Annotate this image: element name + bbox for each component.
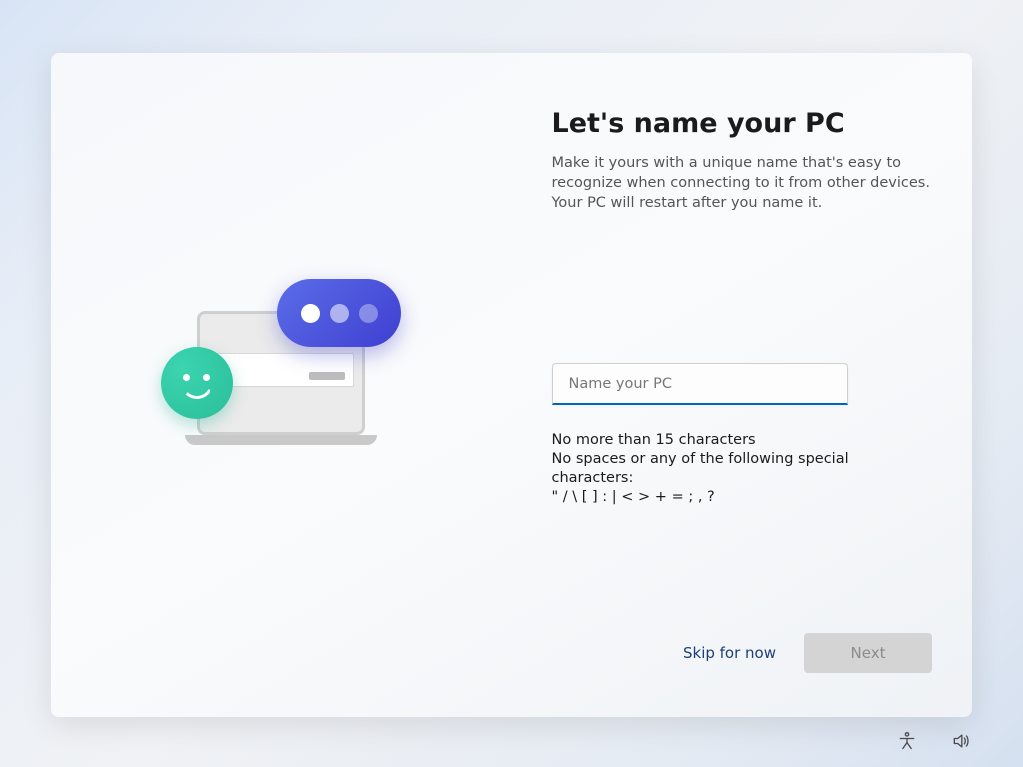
- footer-buttons: Skip for now Next: [552, 633, 933, 677]
- rule-characters-label: No spaces or any of the following specia…: [552, 450, 933, 488]
- accessibility-icon[interactable]: [893, 727, 921, 755]
- page-description: Make it yours with a unique name that's …: [552, 153, 932, 213]
- skip-button[interactable]: Skip for now: [683, 644, 776, 662]
- pc-name-input[interactable]: [552, 363, 848, 405]
- smiley-icon: [161, 347, 233, 419]
- system-tray: [893, 727, 975, 755]
- name-input-section: [552, 363, 933, 405]
- setup-card: Let's name your PC Make it yours with a …: [51, 53, 972, 717]
- chat-bubble-icon: [277, 279, 401, 347]
- illustration-pane: [51, 53, 512, 717]
- next-button[interactable]: Next: [804, 633, 932, 673]
- content-pane: Let's name your PC Make it yours with a …: [512, 53, 973, 717]
- rule-characters-list: " / \ [ ] : | < > + = ; , ?: [552, 488, 933, 507]
- rule-length: No more than 15 characters: [552, 431, 933, 450]
- validation-rules: No more than 15 characters No spaces or …: [552, 431, 933, 508]
- laptop-base-shape: [185, 435, 377, 445]
- page-title: Let's name your PC: [552, 108, 933, 139]
- volume-icon[interactable]: [947, 727, 975, 755]
- pc-naming-illustration: [151, 285, 411, 485]
